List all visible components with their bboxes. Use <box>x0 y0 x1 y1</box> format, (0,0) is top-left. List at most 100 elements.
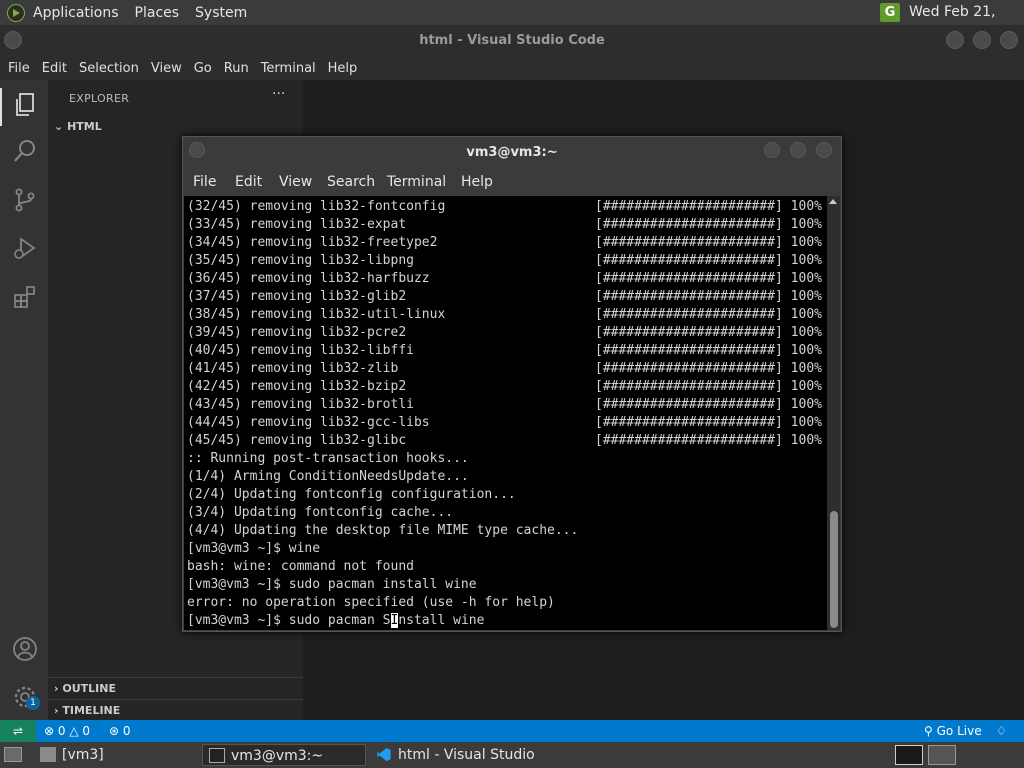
active-indicator <box>0 88 2 126</box>
terminal-menu-help[interactable]: Help <box>461 174 493 190</box>
terminal-output-line: [vm3@vm3 ~]$ wine <box>187 541 321 556</box>
taskbar-item-label: vm3@vm3:~ <box>231 748 324 764</box>
notifications-bell-icon[interactable]: ♢ <box>996 720 1007 742</box>
terminal-menu-terminal[interactable]: Terminal <box>387 174 446 190</box>
menu-terminal[interactable]: Terminal <box>253 61 320 76</box>
menu-edit[interactable]: Edit <box>34 61 71 76</box>
menu-run[interactable]: Run <box>216 61 253 76</box>
progress-bar-text: [######################] 100% <box>595 235 822 250</box>
ports-indicator[interactable]: ⊛ 0 <box>109 720 131 742</box>
outline-label: OUTLINE <box>62 682 116 695</box>
close-button[interactable] <box>1000 31 1018 49</box>
terminal-menu-search[interactable]: Search <box>327 174 375 190</box>
terminal-output[interactable]: (32/45) removing lib32-fontconfig [######… <box>184 196 827 630</box>
clock[interactable]: Wed Feb 21, 09:42 <box>909 0 1024 45</box>
ports-count: 0 <box>122 724 131 738</box>
divider <box>48 699 303 700</box>
terminal-minimize-button[interactable] <box>764 142 780 158</box>
extensions-icon[interactable] <box>12 284 38 310</box>
menu-selection[interactable]: Selection <box>71 61 143 76</box>
progress-step-text: (42/45) removing lib32-bzip2 <box>187 379 407 394</box>
status-bar: ⇌ ⊗ 0 △ 0 ⊛ 0 ⚲ Go Live ♢ <box>0 720 1024 742</box>
minimize-button[interactable] <box>946 31 964 49</box>
outline-section[interactable]: › OUTLINE <box>54 682 116 695</box>
remote-indicator-icon[interactable]: ⇌ <box>0 720 36 742</box>
taskbar-item-terminal[interactable]: vm3@vm3:~ <box>202 744 366 766</box>
menu-go[interactable]: Go <box>186 61 216 76</box>
taskbar: [vm3] vm3@vm3:~ html - Visual Studio ... <box>0 742 1024 768</box>
terminal-menu-file[interactable]: File <box>193 174 216 190</box>
terminal-title: vm3@vm3:~ <box>466 145 558 160</box>
terminal-menu-view[interactable]: View <box>279 174 312 190</box>
progress-bar-text: [######################] 100% <box>595 307 822 322</box>
terminal-titlebar: vm3@vm3:~ <box>183 137 841 168</box>
settings-badge: 1 <box>26 696 40 710</box>
taskbar-item-files[interactable]: [vm3] <box>34 744 199 766</box>
problems-indicator[interactable]: ⊗ 0 △ 0 <box>44 720 90 742</box>
terminal-output-line: bash: wine: command not found <box>187 559 414 574</box>
terminal-icon <box>209 748 225 763</box>
explorer-icon[interactable] <box>12 92 38 118</box>
progress-step-text: (39/45) removing lib32-pcre2 <box>187 325 407 340</box>
warning-count: 0 <box>82 724 91 738</box>
workspace-2[interactable] <box>928 745 956 765</box>
search-icon[interactable] <box>12 138 38 164</box>
taskbar-item-label: html - Visual Studio ... <box>398 747 535 763</box>
scroll-up-arrow-icon[interactable] <box>829 199 837 204</box>
folder-html[interactable]: ⌄ HTML <box>54 120 102 133</box>
terminal-output-line: (2/4) Updating fontconfig configuration.… <box>187 487 516 502</box>
terminal-progress-line: (32/45) removing lib32-fontconfig [######… <box>187 198 822 216</box>
menu-view[interactable]: View <box>143 61 186 76</box>
menu-file[interactable]: File <box>0 61 34 76</box>
progress-step-text: (45/45) removing lib32-glibc <box>187 433 407 448</box>
taskbar-item-vscode[interactable]: html - Visual Studio ... <box>370 744 540 766</box>
accounts-icon[interactable] <box>12 636 38 662</box>
go-live-label: Go Live <box>936 724 982 738</box>
progress-step-text: (36/45) removing lib32-harfbuzz <box>187 271 430 286</box>
terminal-progress-line: (43/45) removing lib32-brotli [##########… <box>187 396 822 414</box>
vscode-menubar: File Edit Selection View Go Run Terminal… <box>0 56 1024 80</box>
progress-bar-text: [######################] 100% <box>595 289 822 304</box>
show-desktop-icon[interactable] <box>4 747 22 762</box>
terminal-output-line: error: no operation specified (use -h fo… <box>187 595 555 610</box>
terminal-window: vm3@vm3:~ File Edit View Search Terminal… <box>182 136 842 632</box>
terminal-close-button[interactable] <box>816 142 832 158</box>
applications-menu[interactable]: Applications <box>25 0 127 25</box>
update-tray-icon[interactable]: G <box>880 3 900 22</box>
places-menu[interactable]: Places <box>127 0 188 25</box>
terminal-menubar: File Edit View Search Terminal Help <box>183 168 841 196</box>
terminal-menu-edit[interactable]: Edit <box>235 174 262 190</box>
terminal-prompt-line[interactable]: [vm3@vm3 ~]$ sudo pacman SInstall wine <box>187 612 578 630</box>
timeline-section[interactable]: › TIMELINE <box>54 704 120 717</box>
progress-step-text: (44/45) removing lib32-gcc-libs <box>187 415 430 430</box>
activity-bar: 1 <box>0 80 48 720</box>
progress-step-text: (38/45) removing lib32-util-linux <box>187 307 446 322</box>
taskbar-item-label: [vm3] <box>62 747 104 763</box>
distro-logo-icon[interactable] <box>7 3 25 22</box>
progress-bar-text: [######################] 100% <box>595 199 822 214</box>
terminal-scrollbar[interactable] <box>827 196 840 630</box>
menu-help[interactable]: Help <box>320 61 362 76</box>
terminal-output-line: [vm3@vm3 ~]$ sudo pacman install wine <box>187 577 477 592</box>
workspace-1[interactable] <box>895 745 923 765</box>
more-actions-icon[interactable]: ··· <box>272 86 285 102</box>
maximize-button[interactable] <box>973 31 991 49</box>
go-live-button[interactable]: ⚲ Go Live <box>924 720 982 742</box>
desktop: Applications Places System G Wed Feb 21,… <box>0 0 1024 768</box>
system-menu[interactable]: System <box>187 0 255 25</box>
terminal-maximize-button[interactable] <box>790 142 806 158</box>
run-debug-icon[interactable] <box>12 235 38 261</box>
terminal-output-line: (3/4) Updating fontconfig cache... <box>187 505 454 520</box>
source-control-icon[interactable] <box>12 187 38 213</box>
radio-tower-icon: ⚲ <box>924 724 933 738</box>
explorer-header: EXPLORER <box>69 92 130 105</box>
prompt-text-after-cursor: nstall wine <box>398 613 485 628</box>
chevron-right-icon: › <box>54 682 59 695</box>
scrollbar-thumb[interactable] <box>830 511 838 628</box>
warning-icon: △ <box>69 724 79 738</box>
terminal-progress-line: (33/45) removing lib32-expat [###########… <box>187 216 822 234</box>
terminal-progress-line: (35/45) removing lib32-libpng [##########… <box>187 252 822 270</box>
broadcast-icon: ⊛ <box>109 724 120 738</box>
progress-bar-text: [######################] 100% <box>595 433 822 448</box>
terminal-progress-line: (40/45) removing lib32-libffi [##########… <box>187 342 822 360</box>
